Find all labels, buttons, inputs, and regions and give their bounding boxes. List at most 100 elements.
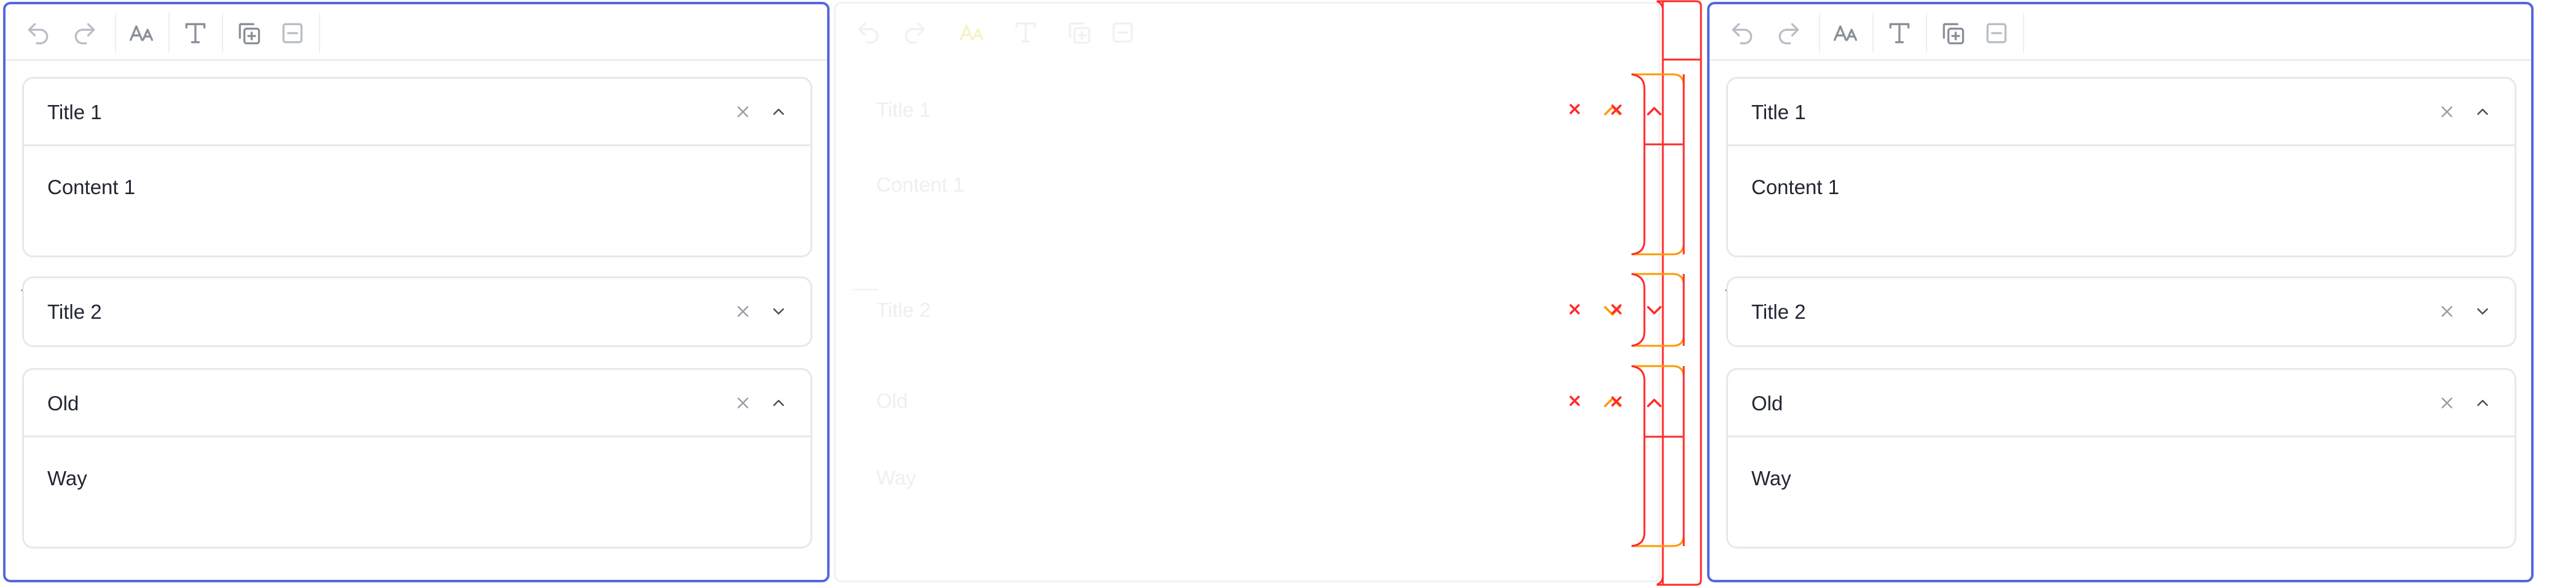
close-button[interactable] [729,389,756,416]
undo-icon [1732,23,1753,45]
close-button[interactable] [2433,298,2460,325]
expand-button[interactable] [765,298,792,325]
section-content: Way [876,466,916,489]
accordion-section: Title 2 [22,276,812,347]
text-format-icon [1889,23,1910,44]
section-header[interactable]: Title 2 [1728,278,2515,346]
redo-icon [1778,23,1799,45]
section-title: Old [1751,392,1783,415]
remove-icon [1986,23,2007,44]
section-header[interactable]: Old [1728,370,2515,437]
undo-button[interactable] [22,17,55,50]
redo-button[interactable] [898,16,932,49]
add-copy-icon [1942,23,1965,45]
accordion-section: Title 2 [1726,276,2516,347]
close-icon [737,397,748,408]
font-size-button[interactable] [1829,17,1863,50]
redo-icon [74,23,95,45]
undo-button[interactable] [1726,17,1759,50]
undo-icon [28,23,49,45]
toolbar-divider [1819,13,1820,52]
section-content: Content 1 [876,173,965,196]
text-format-icon [1015,22,1036,43]
close-icon [2441,397,2452,408]
redo-button[interactable] [1772,17,1805,50]
overlay-outline [1657,0,1702,586]
collapse-button[interactable] [2469,389,2496,416]
toolbar-divider [222,13,223,52]
close-button[interactable] [729,98,756,125]
toolbar-divider [319,13,320,52]
section-content[interactable]: Content 1 [47,176,135,199]
chevron-down-icon [2477,308,2488,314]
editor-panel-left: Title 1 Content 1 Title 2 Old Way [3,2,830,582]
add-copy-button[interactable] [232,17,265,50]
add-copy-button[interactable] [1062,16,1096,49]
section-title: Title 2 [1751,300,1806,323]
close-icon [2441,106,2452,117]
section-header[interactable]: Old [24,370,811,437]
close-button[interactable] [2433,389,2460,416]
collapse-button[interactable] [2469,98,2496,125]
section-content[interactable]: Content 1 [1751,176,1839,199]
toolbar-divider [115,13,116,52]
redo-icon [905,22,925,44]
section-content[interactable]: Way [47,467,87,490]
close-icon [2441,306,2452,317]
remove-icon [282,23,303,44]
close-button[interactable] [2433,98,2460,125]
chevron-down-icon [773,308,784,314]
section-title: Title 2 [876,299,931,321]
add-copy-icon [1069,22,1091,44]
editor-panel-right: Title 1 Content 1 Title 2 Old Way [1707,2,2534,582]
close-button[interactable] [729,298,756,325]
accordion-section: Title 1 Content 1 [1726,77,2516,257]
font-size-button[interactable] [125,17,159,50]
font-size-icon [130,25,154,41]
chevron-up-icon [773,400,784,406]
undo-button[interactable] [852,16,885,49]
drag-handle [852,289,878,291]
toolbar-divider [1926,13,1927,52]
section-title: Old [876,389,908,412]
section-header[interactable]: Title 1 [1728,79,2515,146]
redo-button[interactable] [68,17,101,50]
undo-icon [858,22,879,44]
toolbar-divider [168,13,170,52]
remove-icon [1112,22,1133,43]
section-title: Title 1 [1751,101,1806,123]
expand-button[interactable] [2469,298,2496,325]
accordion-section: Title 1 Content 1 [22,77,812,257]
remove-button[interactable] [276,17,309,50]
collapse-button[interactable] [765,389,792,416]
text-format-icon [185,23,206,44]
font-size-button[interactable] [956,16,989,49]
toolbar [6,4,827,61]
section-header[interactable]: Title 1 [24,79,811,146]
text-format-button[interactable] [179,17,212,50]
collapse-button[interactable] [765,98,792,125]
section-header[interactable]: Title 2 [24,278,811,346]
add-copy-icon [238,23,261,45]
toolbar-divider [2023,13,2024,52]
chevron-up-icon [773,109,784,115]
text-format-button[interactable] [1009,16,1042,49]
remove-button[interactable] [1106,16,1139,49]
editor-panel-middle: Title 1 Content 1 Title 2 Old Way [834,2,1660,582]
close-icon [737,306,748,317]
section-title: Old [47,392,79,415]
remove-button[interactable] [1980,17,2013,50]
section-title: Title 2 [47,300,102,323]
close-icon [737,106,748,117]
section-title: Title 1 [876,98,931,121]
toolbar-divider [1872,13,1874,52]
section-content[interactable]: Way [1751,467,1791,490]
chevron-up-icon [2477,400,2488,406]
toolbar [1710,4,2531,61]
accordion-section: Old Way [22,368,812,549]
chevron-up-icon [2477,109,2488,115]
add-copy-button[interactable] [1936,17,1969,50]
text-format-button[interactable] [1883,17,1916,50]
font-size-icon [1834,25,1858,41]
accordion-section: Old Way [1726,368,2516,549]
